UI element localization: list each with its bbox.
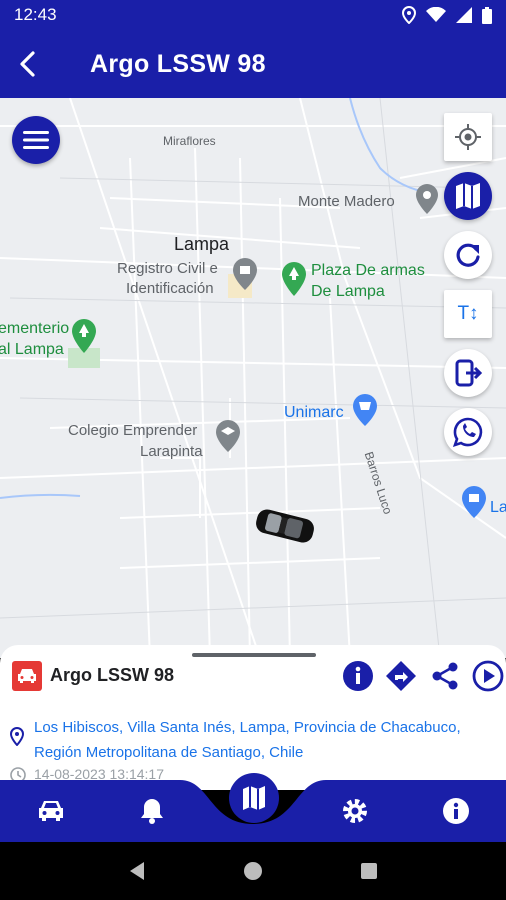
nav-alerts[interactable] [122, 780, 182, 842]
hamburger-icon [23, 131, 49, 149]
share-button[interactable] [428, 659, 462, 693]
status-time: 12:43 [14, 5, 57, 24]
map-label-cementerio-2: al Lampa [0, 341, 64, 358]
text-size-button[interactable]: T↕ [444, 290, 492, 338]
exit-icon [455, 359, 482, 387]
vehicle-badge [12, 661, 42, 691]
map-label-monte-madero: Monte Madero [298, 193, 395, 210]
map-label-registro-2: Identificación [126, 280, 214, 297]
directions-icon [386, 661, 416, 691]
my-location-icon [455, 124, 481, 150]
map-view[interactable]: Miraflores Monte Madero Lampa Registro C… [0, 98, 506, 658]
park-pin-icon [282, 262, 306, 296]
shopping-pin-icon [353, 394, 377, 426]
vehicle-address[interactable]: Los Hibiscos, Villa Santa Inés, Lampa, P… [34, 715, 500, 765]
map-label-la: La [490, 499, 506, 516]
system-home-icon[interactable] [243, 861, 263, 881]
location-pin-icon [10, 727, 24, 746]
place-pin-icon [416, 184, 438, 214]
my-location-button[interactable] [444, 113, 492, 161]
sheet-handle[interactable] [192, 653, 316, 657]
map-roads [0, 98, 506, 658]
signal-icon [456, 7, 472, 23]
map-label-plaza-2: De Lampa [311, 283, 385, 300]
gear-icon [343, 799, 367, 823]
info-button[interactable] [341, 659, 375, 693]
share-icon [432, 662, 458, 690]
play-icon [472, 660, 504, 692]
nav-info[interactable] [426, 780, 486, 842]
info-icon [443, 798, 469, 824]
status-bar: 12:43 [0, 0, 506, 30]
text-size-icon: T↕ [457, 303, 479, 324]
vehicle-marker-icon[interactable] [252, 506, 318, 546]
map-label-lampa: Lampa [174, 234, 230, 254]
app-bar: Argo LSSW 98 [0, 30, 506, 98]
car-icon [39, 801, 63, 821]
nav-settings[interactable] [325, 780, 385, 842]
bell-icon [141, 799, 163, 824]
nav-vehicles[interactable] [21, 780, 81, 842]
map-type-button[interactable] [444, 172, 492, 220]
map-label-registro-1: Registro Civil e [117, 260, 218, 277]
map-label-miraflores: Miraflores [163, 134, 216, 148]
menu-button[interactable] [12, 116, 60, 164]
map-icon [456, 183, 480, 209]
vehicle-info-sheet: Argo LSSW 98 Los Hibiscos, Villa Santa I… [0, 645, 506, 790]
vehicle-name: Argo LSSW 98 [50, 665, 175, 685]
back-button[interactable] [0, 30, 56, 98]
map-label-plaza-1: Plaza De armas [311, 262, 425, 279]
location-status-icon [402, 6, 416, 24]
play-route-button[interactable] [471, 659, 505, 693]
share-app-button[interactable] [444, 349, 492, 397]
wifi-icon [426, 7, 446, 22]
school-pin-icon [216, 420, 240, 452]
car-icon [18, 669, 36, 683]
directions-button[interactable] [384, 659, 418, 693]
system-back-icon[interactable] [128, 861, 146, 881]
status-icons [402, 6, 492, 24]
nav-map[interactable] [229, 773, 279, 823]
map-label-cementerio-1: ementerio [0, 320, 70, 337]
map-icon [243, 786, 265, 810]
whatsapp-icon [452, 417, 483, 448]
refresh-icon [456, 243, 480, 267]
government-pin-icon [233, 258, 257, 290]
system-recents-icon[interactable] [360, 862, 378, 880]
whatsapp-button[interactable] [444, 408, 492, 456]
map-label-colegio-1: Colegio Emprender [68, 422, 198, 439]
battery-icon [482, 6, 492, 24]
arrow-back-icon [20, 51, 35, 77]
system-nav-bar [0, 842, 506, 900]
refresh-button[interactable] [444, 231, 492, 279]
page-title: Argo LSSW 98 [90, 49, 266, 78]
store-pin-icon [462, 486, 486, 518]
map-label-unimarc: Unimarc [284, 404, 344, 421]
map-label-colegio-2: Larapinta [140, 443, 203, 460]
info-icon [343, 661, 373, 691]
cemetery-pin-icon [72, 319, 96, 353]
